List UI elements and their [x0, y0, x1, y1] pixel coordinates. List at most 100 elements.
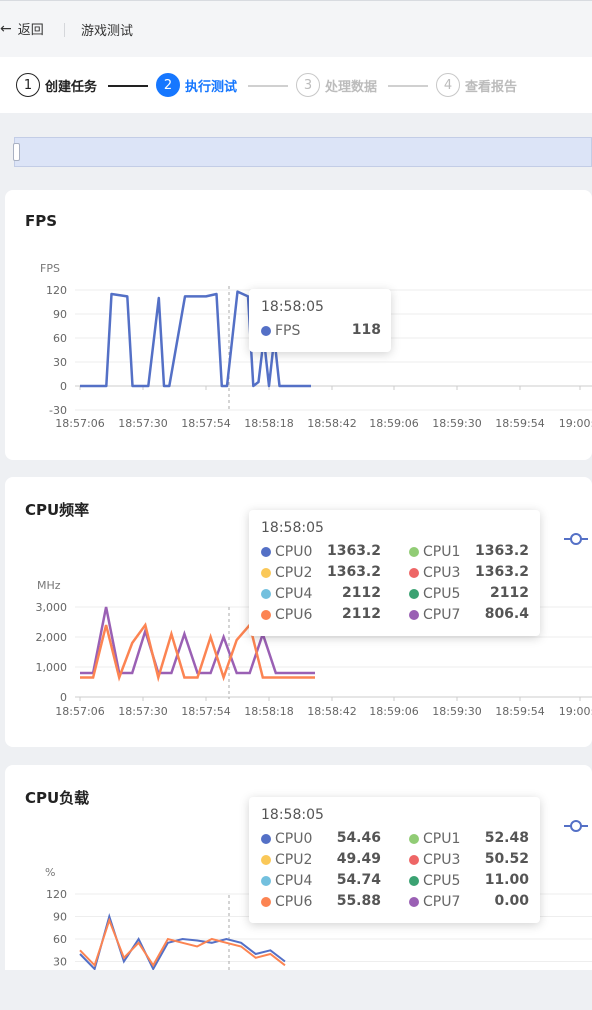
y-tick-label: 90: [53, 911, 67, 924]
series-value: 2112: [342, 606, 381, 622]
series-value: 2112: [490, 585, 529, 601]
tooltip-row: CPU5: [409, 584, 460, 604]
series-dot: [261, 897, 271, 907]
tooltip-row: CPU2: [261, 850, 312, 870]
x-tick-label: 18:59:54: [495, 705, 544, 718]
tooltip-row: CPU5: [409, 871, 460, 891]
x-tick-label: 18:57:54: [181, 417, 230, 430]
series-name: CPU1: [423, 544, 461, 560]
tooltip-row: CPU0: [261, 542, 312, 562]
series-name: CPU0: [275, 831, 313, 847]
step-number: 1: [16, 73, 40, 97]
page-title: 游戏测试: [81, 24, 134, 39]
series-name: CPU4: [275, 873, 313, 889]
series-name: CPU3: [423, 852, 461, 868]
x-tick-label: 18:59:06: [369, 705, 418, 718]
y-tick-label: 3,000: [36, 601, 68, 614]
series-value: 1363.2: [326, 543, 381, 559]
back-button[interactable]: ← 返回: [0, 19, 44, 39]
series-name: CPU0: [275, 544, 313, 560]
series-dot: [261, 876, 271, 886]
y-unit: FPS: [40, 262, 60, 275]
x-tick-label: 18:57:30: [118, 417, 167, 430]
series-dot: [261, 326, 271, 336]
slider-handle[interactable]: [13, 143, 20, 161]
step-label: 执行测试: [185, 79, 238, 95]
series-name: CPU1: [423, 831, 461, 847]
series-name: CPU2: [275, 852, 313, 868]
y-tick-label: 120: [46, 888, 67, 901]
tooltip-row: CPU3: [409, 850, 460, 870]
series-value: 1363.2: [326, 564, 381, 580]
tooltip-row: CPU7: [409, 892, 460, 912]
back-label: 返回: [17, 23, 44, 38]
series-value: 806.4: [484, 606, 529, 622]
tooltip-row: CPU1: [409, 542, 460, 562]
series-value: 55.88: [336, 893, 381, 909]
tooltip-row: CPU6: [261, 892, 312, 912]
time-range-slider[interactable]: [13, 137, 592, 167]
series-name: CPU7: [423, 607, 461, 623]
series-value: 50.52: [484, 851, 529, 867]
series-name: CPU5: [423, 873, 461, 889]
step-create-task: 1 创建任务: [16, 73, 97, 97]
x-tick-label: 18:57:06: [55, 417, 104, 430]
series-value: 54.74: [336, 872, 381, 888]
series-dot: [409, 834, 419, 844]
series-value: 11.00: [484, 872, 529, 888]
series-name: CPU5: [423, 586, 461, 602]
x-tick-label: 18:59:30: [432, 705, 481, 718]
series-dot: [261, 855, 271, 865]
series-dot: [409, 897, 419, 907]
x-tick-label: 18:59:06: [369, 417, 418, 430]
series-dot: [409, 610, 419, 620]
tooltip-row: CPU4: [261, 584, 312, 604]
step-connector: [108, 85, 148, 87]
tooltip-row: CPU7: [409, 605, 460, 625]
x-tick-label: 18:59:54: [495, 417, 544, 430]
series-dot: [409, 876, 419, 886]
series-dot: [261, 547, 271, 557]
series-name: CPU6: [275, 894, 313, 910]
series-dot: [409, 547, 419, 557]
step-run-test: 2 执行测试: [156, 73, 237, 97]
y-tick-label: 60: [53, 933, 67, 946]
y-unit: %: [45, 866, 55, 879]
series-name: CPU6: [275, 607, 313, 623]
tooltip-row: CPU6: [261, 605, 312, 625]
tooltip-time: 18:58:05: [261, 807, 324, 823]
x-tick-label: 18:58:42: [307, 705, 356, 718]
series-dot: [409, 568, 419, 578]
tooltip-row: FPS: [261, 321, 300, 341]
series-dot: [261, 834, 271, 844]
cpu-load-tooltip: 18:58:05 CPU0 54.46 CPU1 52.48 CPU2 49.49 CPU3…: [249, 797, 540, 923]
series-value: 2112: [342, 585, 381, 601]
y-tick-label: 1,000: [36, 661, 68, 674]
x-tick-label: 19:00:1: [559, 417, 592, 430]
y-tick-label: -30: [49, 404, 67, 417]
series-name: CPU4: [275, 586, 313, 602]
y-tick-label: 30: [53, 356, 67, 369]
y-tick-label: 120: [46, 284, 67, 297]
x-tick-label: 18:58:18: [244, 417, 293, 430]
y-tick-label: 2,000: [36, 631, 68, 644]
cpu6-series-line: [79, 917, 286, 968]
top-bar: ← 返回 游戏测试: [0, 0, 592, 57]
tooltip-row: CPU3: [409, 563, 460, 583]
step-process-data: 3 处理数据: [296, 73, 377, 97]
series-dot: [261, 610, 271, 620]
cpu-load-card: CPU负载 % 120 90 60 30 18:58:05 CPU0 54.46 CPU1…: [5, 765, 592, 970]
step-label: 查看报告: [465, 79, 518, 95]
series-value: 49.49: [336, 851, 381, 867]
series-value: 118: [351, 322, 381, 338]
header-divider: [64, 23, 65, 37]
series-value: 0.00: [494, 893, 529, 909]
y-tick-label: 60: [53, 332, 67, 345]
arrow-left-icon: ←: [0, 20, 12, 37]
series-dot: [261, 589, 271, 599]
tooltip-row: CPU4: [261, 871, 312, 891]
x-tick-label: 18:57:30: [118, 705, 167, 718]
y-tick-label: 0: [60, 691, 67, 704]
series-name: CPU7: [423, 894, 461, 910]
y-tick-label: 90: [53, 308, 67, 321]
